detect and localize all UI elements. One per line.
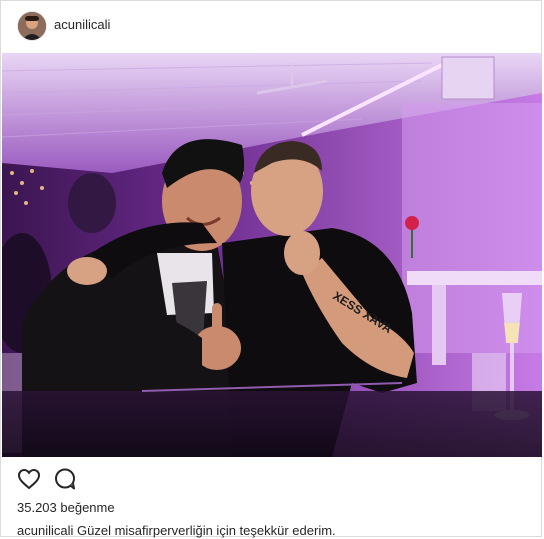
post-caption: acunilicali Güzel misafirperverliğin içi… xyxy=(17,523,336,538)
post-photo[interactable]: XESS XAVA xyxy=(2,53,542,457)
caption-username[interactable]: acunilicali xyxy=(17,523,73,538)
photo-scene: XESS XAVA xyxy=(2,53,542,457)
avatar[interactable] xyxy=(17,11,47,41)
heart-icon[interactable] xyxy=(17,467,41,491)
post-header: acunilicali xyxy=(1,1,541,53)
comment-icon[interactable] xyxy=(53,467,77,491)
instagram-post: acunilicali XESS XAVA 35.203 beğenme acu… xyxy=(0,0,542,538)
post-username[interactable]: acunilicali xyxy=(54,17,110,32)
caption-text: Güzel misafirperverliğin için teşekkür e… xyxy=(77,523,336,538)
avatar-image xyxy=(18,12,46,40)
like-count[interactable]: 35.203 beğenme xyxy=(17,500,115,515)
